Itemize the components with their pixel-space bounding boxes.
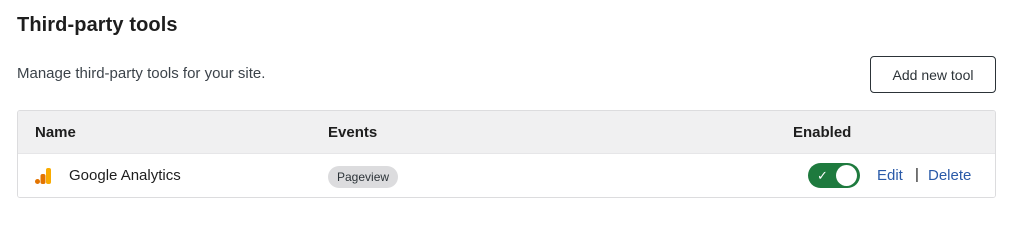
section-description: Manage third-party tools for your site.	[17, 65, 266, 82]
third-party-tools-page: Third-party tools Manage third-party too…	[0, 0, 1015, 219]
toggle-knob	[836, 165, 857, 186]
action-separator: |	[915, 166, 919, 183]
edit-link[interactable]: Edit	[877, 167, 903, 184]
tool-name: Google Analytics	[69, 167, 181, 184]
enabled-toggle[interactable]: ✓	[808, 163, 860, 188]
table-header: Name Events Enabled	[18, 111, 995, 154]
google-analytics-icon	[34, 167, 52, 185]
header-events: Events	[328, 124, 378, 141]
delete-link[interactable]: Delete	[928, 167, 971, 184]
header-enabled: Enabled	[793, 124, 852, 141]
event-badge: Pageview	[328, 166, 399, 188]
section-title: Third-party tools	[17, 14, 178, 36]
table-row: Google Analytics Pageview ✓ Edit | Delet…	[18, 154, 995, 197]
header-name: Name	[35, 124, 76, 141]
tools-table: Name Events Enabled Google Analytics Pag…	[17, 110, 996, 198]
check-icon: ✓	[817, 168, 828, 183]
add-new-tool-button[interactable]: Add new tool	[870, 56, 996, 93]
